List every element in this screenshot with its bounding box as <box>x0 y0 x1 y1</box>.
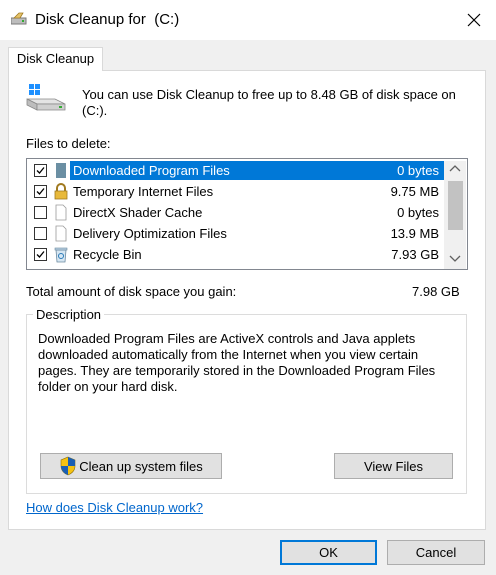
total-space-value: 7.98 GB <box>412 284 460 299</box>
hard-drive-icon <box>26 84 66 111</box>
recycle-bin-icon <box>54 247 68 263</box>
files-to-delete-label: Files to delete: <box>26 136 111 151</box>
view-files-button[interactable]: View Files <box>334 453 453 479</box>
list-item[interactable]: Temporary Internet Files 9.75 MB <box>27 181 445 202</box>
file-icon <box>55 225 67 242</box>
lock-icon <box>54 183 68 200</box>
file-name: DirectX Shader Cache <box>73 205 203 220</box>
file-size: 0 bytes <box>397 163 439 178</box>
clean-up-system-files-button[interactable]: Clean up system files <box>40 453 222 479</box>
scroll-up-arrow-icon[interactable] <box>449 164 461 172</box>
help-link[interactable]: How does Disk Cleanup work? <box>26 500 203 515</box>
list-item[interactable]: Downloaded Program Files 0 bytes <box>27 160 445 181</box>
scroll-down-arrow-icon[interactable] <box>449 255 461 263</box>
clean-up-system-files-label: Clean up system files <box>79 458 203 474</box>
tab-disk-cleanup[interactable]: Disk Cleanup <box>8 47 103 71</box>
file-size: 9.75 MB <box>390 184 439 199</box>
ok-button[interactable]: OK <box>280 540 377 565</box>
intro-text: You can use Disk Cleanup to free up to 8… <box>82 87 456 118</box>
file-icon <box>55 204 67 221</box>
folder-icon <box>56 163 66 178</box>
total-space-label: Total amount of disk space you gain: <box>26 284 237 299</box>
file-size: 13.9 MB <box>390 226 439 241</box>
checkbox[interactable] <box>34 248 47 261</box>
file-size: 7.93 GB <box>391 247 439 262</box>
uac-shield-icon <box>60 456 76 476</box>
checkmark-icon <box>36 167 45 174</box>
files-list[interactable]: Downloaded Program Files 0 bytes Tempora… <box>26 158 468 270</box>
checkmark-icon <box>36 188 45 195</box>
file-name: Temporary Internet Files <box>73 184 214 199</box>
checkbox[interactable] <box>34 164 47 177</box>
close-icon <box>467 13 481 27</box>
list-item[interactable]: Delivery Optimization Files 13.9 MB <box>27 223 445 244</box>
list-item[interactable]: DirectX Shader Cache 0 bytes <box>27 202 445 223</box>
file-name: Delivery Optimization Files <box>73 226 227 241</box>
ok-label: OK <box>319 545 338 560</box>
view-files-label: View Files <box>363 458 423 474</box>
description-text: Downloaded Program Files are ActiveX con… <box>38 331 436 394</box>
cancel-button[interactable]: Cancel <box>387 540 485 565</box>
disk-cleanup-icon <box>11 12 27 25</box>
checkmark-icon <box>36 251 45 258</box>
window-title: Disk Cleanup for (C:) <box>35 11 180 28</box>
file-name: Downloaded Program Files <box>73 163 230 178</box>
file-size: 0 bytes <box>397 205 439 220</box>
scrollbar-thumb[interactable] <box>448 181 463 230</box>
file-name: Recycle Bin <box>73 247 142 262</box>
description-title: Description <box>33 307 105 322</box>
cancel-label: Cancel <box>415 545 457 560</box>
list-item[interactable]: Recycle Bin 7.93 GB <box>27 244 445 265</box>
checkbox[interactable] <box>34 227 47 240</box>
close-button[interactable] <box>452 0 496 40</box>
checkbox[interactable] <box>34 206 47 219</box>
checkbox[interactable] <box>34 185 47 198</box>
